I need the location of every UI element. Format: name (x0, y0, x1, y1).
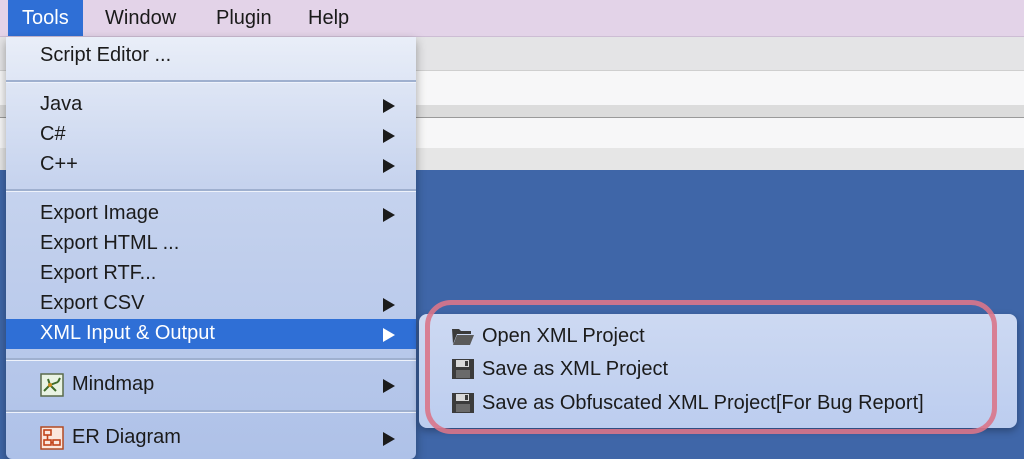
submenu-item-label: Save as Obfuscated XML Project[For Bug R… (482, 392, 924, 414)
menu-separator (6, 358, 416, 361)
menu-item-label: XML Input & Output (40, 322, 215, 344)
submenu-arrow-icon (383, 379, 395, 393)
menu-item-label: Export HTML ... (40, 232, 180, 254)
submenu-item-label: Save as XML Project (482, 358, 669, 380)
menu-item-label: Java (40, 93, 83, 115)
submenu-arrow-icon (383, 129, 395, 143)
submenu-arrow-icon (383, 432, 395, 446)
menu-item-label: Export Image (40, 202, 159, 224)
open-folder-icon (452, 329, 474, 345)
submenu-arrow-icon (383, 328, 395, 342)
menu-separator (6, 80, 416, 83)
menu-item-csharp[interactable]: C# (6, 120, 416, 150)
menu-item-label: Export CSV (40, 292, 145, 314)
menu-item-label: Script Editor ... (40, 44, 172, 66)
menu-separator (6, 410, 416, 413)
submenu-arrow-icon (383, 159, 395, 173)
er-diagram-icon (40, 426, 64, 450)
menu-item-label: C++ (40, 153, 78, 175)
menu-item-er-diagram[interactable]: ER Diagram (6, 423, 416, 453)
submenu-arrow-icon (383, 298, 395, 312)
menu-window[interactable]: Window (91, 0, 190, 36)
submenu-item-label: Open XML Project (482, 325, 645, 347)
submenu-item-save-xml-project[interactable]: Save as XML Project (419, 353, 1017, 385)
menu-bar: Tools Window Plugin Help (0, 0, 1024, 37)
menu-help[interactable]: Help (294, 0, 363, 36)
menu-item-cpp[interactable]: C++ (6, 150, 416, 180)
submenu-arrow-icon (383, 99, 395, 113)
menu-item-mindmap[interactable]: Mindmap (6, 370, 416, 400)
menu-item-label: Mindmap (72, 373, 155, 395)
submenu-item-open-xml-project[interactable]: Open XML Project (419, 320, 1017, 352)
menu-item-label: ER Diagram (72, 426, 181, 448)
menu-item-label: C# (40, 123, 66, 145)
menu-item-java[interactable]: Java (6, 90, 416, 120)
menu-item-export-csv[interactable]: Export CSV (6, 289, 416, 319)
menu-item-export-html[interactable]: Export HTML ... (6, 229, 416, 259)
xml-submenu: Open XML Project Save as XML Project Sav… (419, 314, 1017, 428)
floppy-disk-icon (452, 393, 474, 413)
menu-item-xml-input-output[interactable]: XML Input & Output (6, 319, 416, 349)
menu-separator (6, 189, 416, 192)
tools-dropdown-menu: Script Editor ... Java C# C++ Export Ima… (6, 37, 416, 459)
submenu-item-save-obfuscated-xml[interactable]: Save as Obfuscated XML Project[For Bug R… (419, 387, 1017, 419)
menu-item-export-image[interactable]: Export Image (6, 199, 416, 229)
floppy-disk-icon (452, 359, 474, 379)
mindmap-icon (40, 373, 64, 397)
menu-item-label: Export RTF... (40, 262, 157, 284)
menu-item-export-rtf[interactable]: Export RTF... (6, 259, 416, 289)
menu-tools[interactable]: Tools (8, 0, 83, 36)
menu-item-script-editor[interactable]: Script Editor ... (6, 41, 416, 71)
submenu-arrow-icon (383, 208, 395, 222)
menu-plugin[interactable]: Plugin (202, 0, 286, 36)
